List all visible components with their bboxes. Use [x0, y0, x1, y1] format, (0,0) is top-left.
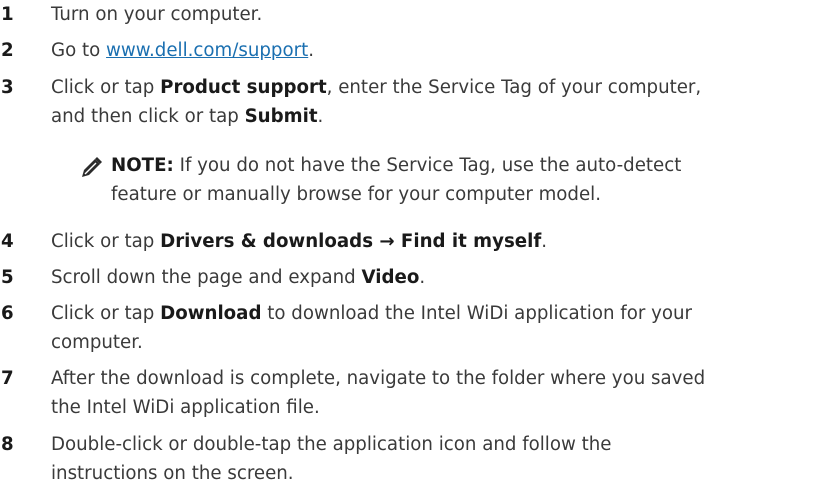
step-text: Click or tap Drivers & downloads → Find …	[51, 227, 836, 256]
step-number: 7	[1, 368, 14, 389]
step-6-text-d: computer.	[51, 332, 143, 353]
product-support-label: Product support	[160, 77, 327, 98]
video-label: Video	[361, 267, 420, 288]
step-text: Click or tap Download to download the In…	[51, 299, 836, 357]
step-7-line-2: the Intel WiDi application file.	[51, 397, 320, 418]
document-page: { "steps": [ {"num": "1", "text": "Turn …	[0, 0, 840, 484]
download-label: Download	[160, 303, 262, 324]
submit-label: Submit	[244, 106, 318, 127]
step-3-text-c: , enter the Service Tag of your computer…	[326, 77, 702, 98]
step-5-text-c: .	[419, 267, 426, 288]
step-number: 5	[1, 267, 14, 288]
step-text: Click or tap Product support, enter the …	[51, 73, 836, 131]
drivers-downloads-label: Drivers & downloads → Find it myself	[160, 231, 542, 252]
step-text: After the download is complete, navigate…	[51, 364, 836, 422]
step-6-text-a: Click or tap	[51, 303, 161, 324]
step-text: Scroll down the page and expand Video.	[51, 263, 836, 292]
note-pencil-icon	[80, 156, 104, 178]
step-4-text-c: .	[541, 231, 548, 252]
step-number: 2	[1, 40, 14, 61]
step-3-text-a: Click or tap	[51, 77, 161, 98]
step-2-prefix: Go to	[51, 40, 107, 61]
dell-support-link[interactable]: www.dell.com/support	[106, 40, 308, 61]
step-8-line-2: instructions on the screen.	[51, 463, 294, 484]
step-8-line-1: Double-click or double-tap the applicati…	[51, 434, 612, 455]
note-line-2: feature or manually browse for your comp…	[111, 184, 601, 205]
step-number: 6	[1, 303, 14, 324]
note-text: NOTE: If you do not have the Service Tag…	[111, 151, 831, 209]
step-1-text: Turn on your computer.	[51, 4, 263, 25]
step-5-text-a: Scroll down the page and expand	[51, 267, 362, 288]
step-text: Go to www.dell.com/support.	[51, 36, 836, 65]
step-2-suffix: .	[308, 40, 315, 61]
step-4-text-a: Click or tap	[51, 231, 161, 252]
step-text: Double-click or double-tap the applicati…	[51, 430, 836, 488]
step-number: 3	[1, 77, 14, 98]
step-text: Turn on your computer.	[51, 0, 836, 29]
step-number: 1	[1, 4, 14, 25]
note-line-1: If you do not have the Service Tag, use …	[173, 155, 682, 176]
step-3-text-d: and then click or tap	[51, 106, 245, 127]
step-number: 8	[1, 434, 14, 455]
step-6-text-c: to download the Intel WiDi application f…	[261, 303, 692, 324]
note-label: NOTE:	[111, 155, 174, 176]
step-7-line-1: After the download is complete, navigate…	[51, 368, 706, 389]
step-3-text-e: .	[317, 106, 324, 127]
step-number: 4	[1, 231, 14, 252]
